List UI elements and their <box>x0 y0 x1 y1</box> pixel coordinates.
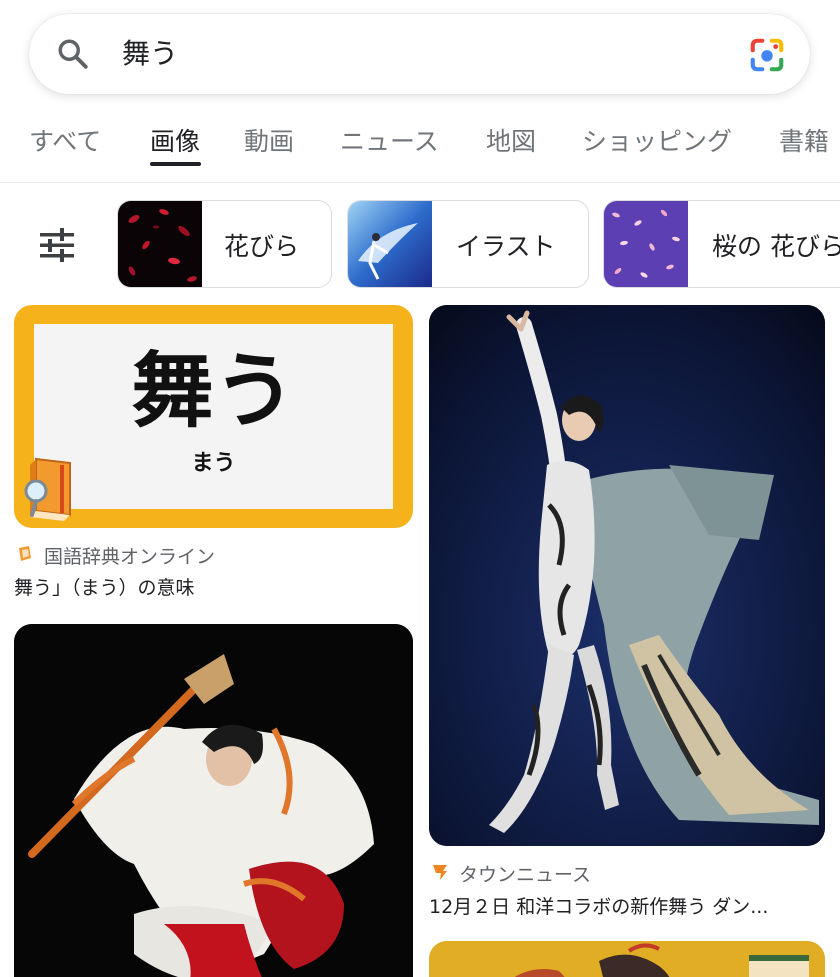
tab-videos[interactable]: 動画 <box>244 122 294 158</box>
chip-label: 花びら <box>224 232 300 261</box>
tab-all[interactable]: すべて <box>29 122 101 158</box>
tab-images[interactable]: 画像 <box>150 122 200 158</box>
chip-label: 桜の 花びら <box>712 232 840 261</box>
search-icon[interactable] <box>55 36 91 72</box>
chip-thumbnail <box>118 201 202 287</box>
search-input[interactable]: 舞う <box>122 34 178 74</box>
image-result-yellow[interactable] <box>429 941 825 977</box>
kagura-photo <box>14 624 413 977</box>
town-news-icon <box>433 865 447 880</box>
image-result-kagura[interactable] <box>14 624 413 977</box>
tab-news[interactable]: ニュース <box>340 122 439 158</box>
yellow-image <box>429 941 825 977</box>
dictionary-site-icon <box>19 546 31 561</box>
divider <box>0 182 840 183</box>
chip-thumbnail <box>348 201 432 287</box>
result-caption[interactable]: 12月２日 和洋コラボの新作舞う ダン... <box>429 892 768 919</box>
dictionary-headword: 舞う <box>131 343 296 439</box>
result-source[interactable]: タウンニュース <box>459 860 591 887</box>
chip-illustration[interactable]: イラスト <box>347 200 589 288</box>
dancer-photo <box>429 305 825 846</box>
tab-shopping[interactable]: ショッピング <box>582 122 732 158</box>
image-result-dancer[interactable] <box>429 305 825 846</box>
active-tab-indicator <box>150 162 201 166</box>
chip-thumbnail <box>604 201 688 287</box>
chip-cherry-petals[interactable]: 桜の 花びら <box>603 200 840 288</box>
search-tabs: すべて 画像 動画 ニュース 地図 ショッピング 書籍 <box>0 114 840 168</box>
result-caption[interactable]: 舞う」（まう）の意味 <box>14 573 195 600</box>
tab-books[interactable]: 書籍 <box>779 122 829 158</box>
google-lens-icon[interactable] <box>748 36 786 74</box>
image-result-dictionary[interactable]: 舞う まう <box>14 305 413 528</box>
chip-label: イラスト <box>456 232 556 261</box>
search-bar[interactable]: 舞う <box>29 14 810 94</box>
chip-petals[interactable]: 花びら <box>117 200 332 288</box>
dictionary-book-icon <box>24 457 71 521</box>
tune-filter-icon[interactable] <box>38 228 76 262</box>
tab-maps[interactable]: 地図 <box>486 122 536 158</box>
result-source[interactable]: 国語辞典オンライン <box>44 542 215 569</box>
